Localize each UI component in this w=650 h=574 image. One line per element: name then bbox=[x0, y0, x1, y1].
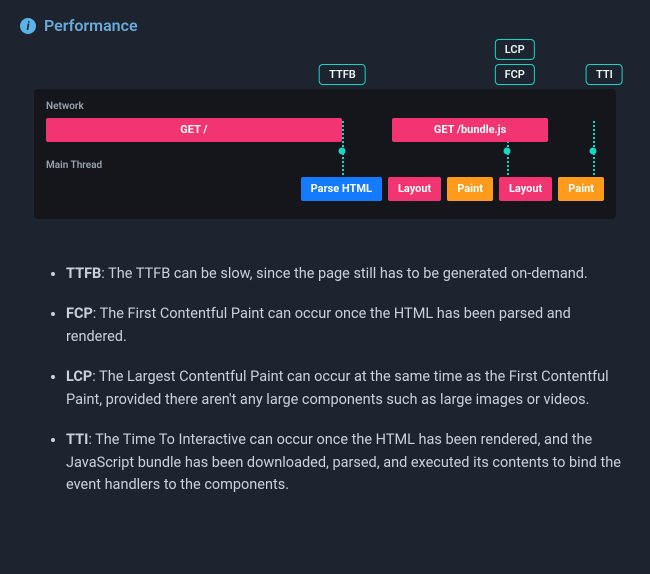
mainthread-task: Paint bbox=[447, 177, 493, 201]
metric-marker: LCP FCP bbox=[495, 39, 535, 85]
network-bar: GET / bbox=[46, 118, 342, 142]
metric-marker-dot bbox=[503, 148, 510, 155]
metric-term: LCP bbox=[66, 368, 92, 385]
mainthread-tasks: Parse HTMLLayoutPaintLayoutPaint bbox=[46, 177, 604, 205]
metric-marker-pill: TTI bbox=[586, 64, 623, 85]
metrics-explanations: TTFB: The TTFB can be slow, since the pa… bbox=[20, 263, 630, 497]
performance-diagram-wrapper: TTFBLCPFCPTTI Network GET / GET /bundle.j… bbox=[20, 53, 630, 263]
mainthread-task: Paint bbox=[558, 177, 604, 201]
metric-term: TTI bbox=[66, 431, 88, 448]
network-bars: GET / GET /bundle.js bbox=[46, 118, 604, 146]
metric-description: : The Largest Contentful Paint can occur… bbox=[66, 368, 609, 407]
metric-explanation: TTI: The Time To Interactive can occur o… bbox=[66, 429, 630, 496]
section-header: i Performance bbox=[20, 16, 630, 35]
network-bar: GET /bundle.js bbox=[392, 118, 548, 142]
network-track: Network GET / GET /bundle.js bbox=[46, 101, 604, 146]
metric-term: TTFB bbox=[66, 265, 101, 282]
mainthread-task: Parse HTML bbox=[301, 177, 382, 201]
metric-description: : The First Contentful Paint can occur o… bbox=[66, 305, 571, 344]
metric-marker-dot bbox=[338, 148, 345, 155]
metric-marker-dot bbox=[589, 148, 596, 155]
metric-marker-pill: LCP bbox=[495, 39, 535, 60]
mainthread-task: Layout bbox=[499, 177, 552, 201]
mainthread-track-label: Main Thread bbox=[46, 160, 604, 171]
metric-marker: TTI bbox=[586, 64, 623, 85]
mainthread-track: Main Thread Parse HTMLLayoutPaintLayoutP… bbox=[46, 160, 604, 205]
mainthread-task: Layout bbox=[388, 177, 441, 201]
metric-description: : The Time To Interactive can occur once… bbox=[66, 431, 621, 493]
metric-explanation: TTFB: The TTFB can be slow, since the pa… bbox=[66, 263, 630, 285]
info-icon: i bbox=[20, 18, 36, 34]
metric-explanation: FCP: The First Contentful Paint can occu… bbox=[66, 303, 630, 348]
metric-explanation: LCP: The Largest Contentful Paint can oc… bbox=[66, 366, 630, 411]
metric-description: : The TTFB can be slow, since the page s… bbox=[101, 265, 587, 282]
marker-labels-row: TTFBLCPFCPTTI bbox=[34, 53, 616, 89]
metric-marker-pill: TTFB bbox=[319, 64, 366, 85]
section-title: Performance bbox=[44, 16, 138, 35]
metric-marker-pill: FCP bbox=[495, 64, 535, 85]
metric-marker: TTFB bbox=[319, 64, 366, 85]
network-track-label: Network bbox=[46, 101, 604, 112]
metric-term: FCP bbox=[66, 305, 93, 322]
performance-diagram: Network GET / GET /bundle.js Main Thread … bbox=[34, 89, 616, 219]
